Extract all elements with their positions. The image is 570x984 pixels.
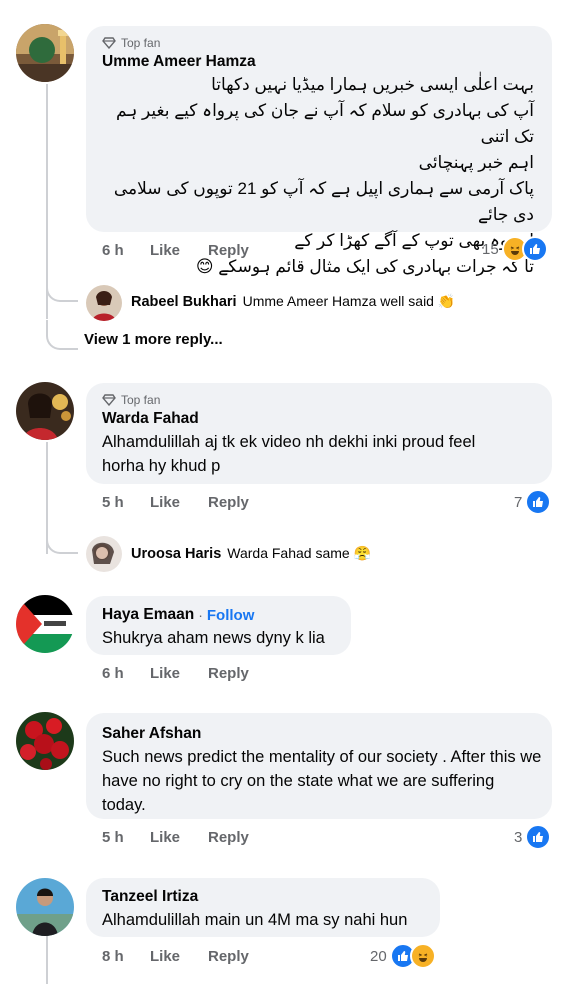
like-reaction-icon [525,489,552,515]
avatar[interactable] [86,285,122,321]
comment-author[interactable]: Saher Afshan [102,725,201,743]
reply-button[interactable]: Reply [208,494,249,511]
reply-button[interactable]: Reply [208,665,249,682]
like-reaction-icon [521,236,548,262]
reply-text: Warda Fahad same 😤 [227,545,372,561]
comment-header: Haya Emaan · Follow [102,606,254,624]
reply-button[interactable]: Reply [208,829,249,846]
timestamp[interactable]: 8 h [102,948,150,965]
comment-line: آپ کی بہادری کو سلام کہ آپ نے جان کی پرو… [116,101,534,146]
haha-reaction-icon [409,943,436,969]
reaction-count: 20 [370,947,387,965]
thread-line [46,936,48,984]
view-more-replies[interactable]: View 1 more reply... [84,331,223,348]
like-button[interactable]: Like [150,948,208,965]
comment-bubble: Top fan Umme Ameer Hamza بہت اعلٰی ایسی … [86,26,552,276]
reply-button[interactable]: Reply [208,948,249,965]
top-fan-diamond-icon [102,394,116,406]
reply-connector [46,522,78,554]
reaction-count: 3 [514,828,523,846]
avatar[interactable] [16,382,74,440]
reply-button[interactable]: Reply [208,242,249,259]
follow-button[interactable]: Follow [207,607,255,624]
top-fan-label: Top fan [121,393,161,407]
comment-text: Such news predict the mentality of our s… [102,748,542,814]
top-fan-diamond-icon [102,37,116,49]
comment-bubble: Top fan Warda Fahad Alhamdulillah aj tk … [86,383,552,484]
comment-bubble: Haya Emaan · Follow Shukrya aham news dy… [86,596,351,655]
comment-actions: 5 h Like Reply [102,494,249,511]
comment-actions: 8 h Like Reply [102,948,249,965]
comment-text: Alhamdulillah aj tk ek video nh dekhi in… [102,433,476,475]
reaction-summary[interactable]: 7 [514,489,552,515]
like-button[interactable]: Like [150,242,208,259]
comment-author[interactable]: Umme Ameer Hamza [102,53,256,71]
comment-actions: 5 h Like Reply [102,829,249,846]
comment-line: اہم خبر پہنچائی [418,153,534,172]
reply-item: Rabeel Bukhari Umme Ameer Hamza well sai… [131,293,455,310]
like-button[interactable]: Like [150,665,208,682]
comment-actions: 6 h Like Reply [102,665,249,682]
reply-connector [46,320,78,350]
reaction-count: 7 [514,493,523,511]
reply-author[interactable]: Uroosa Haris [131,546,221,562]
reaction-summary[interactable]: 20 [370,943,436,969]
reply-connector [46,270,78,302]
like-button[interactable]: Like [150,494,208,511]
top-fan-badge: Top fan [102,393,160,407]
reply-text: Umme Ameer Hamza well said 👏 [242,293,456,309]
top-fan-label: Top fan [121,36,161,50]
timestamp[interactable]: 5 h [102,829,150,846]
timestamp[interactable]: 6 h [102,242,150,259]
timestamp[interactable]: 6 h [102,665,150,682]
reaction-count: 15 [482,240,499,258]
like-button[interactable]: Like [150,829,208,846]
reply-author[interactable]: Rabeel Bukhari [131,294,237,310]
top-fan-badge: Top fan [102,36,160,50]
comment-actions: 6 h Like Reply [102,242,249,259]
comment-text: Shukrya aham news dyny k lia [102,629,325,647]
avatar[interactable] [16,595,74,653]
comment-bubble: Saher Afshan Such news predict the menta… [86,713,552,819]
comment-text: Alhamdulillah main un 4M ma sy nahi hun [102,911,408,929]
comment-author[interactable]: Warda Fahad [102,410,199,428]
comment-bubble: Tanzeel Irtiza Alhamdulillah main un 4M … [86,878,440,937]
timestamp[interactable]: 5 h [102,494,150,511]
comment-line: پاک آرمی سے ہماری اپیل ہے کہ آپ کو 21 تو… [113,179,534,224]
reply-item: Uroosa Haris Warda Fahad same 😤 [131,545,371,562]
comment-author[interactable]: Haya Emaan [102,606,194,624]
comment-author[interactable]: Tanzeel Irtiza [102,888,198,906]
avatar[interactable] [16,878,74,936]
separator-dot: · [198,607,203,623]
avatar[interactable] [86,536,122,572]
reaction-summary[interactable]: 15 [482,236,548,262]
reaction-summary[interactable]: 3 [514,824,552,850]
like-reaction-icon [525,824,552,850]
comment-line: بہت اعلٰی ایسی خبریں ہمارا میڈیا نہیں دک… [211,75,534,94]
avatar[interactable] [16,712,74,770]
avatar[interactable] [16,24,74,82]
